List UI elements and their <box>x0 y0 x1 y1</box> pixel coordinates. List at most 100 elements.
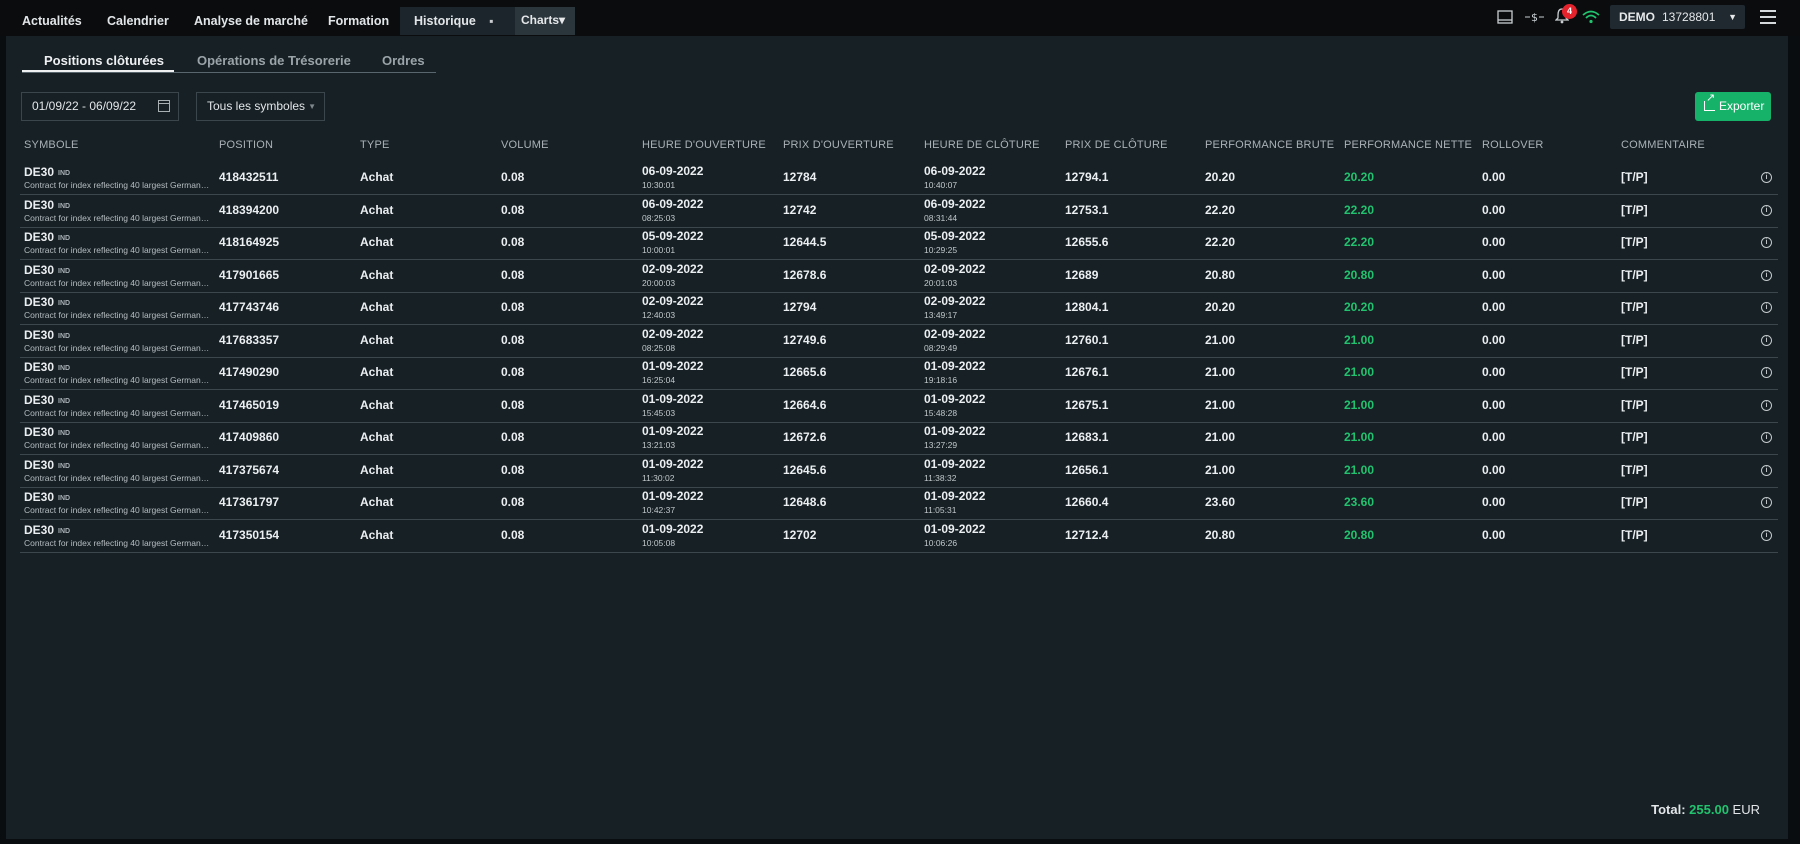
col-prix-cloture[interactable]: PRIX DE CLÔTURE <box>1065 139 1168 151</box>
time-value: 19:18:16 <box>924 375 958 385</box>
export-button[interactable]: Exporter <box>1695 92 1771 121</box>
gross-cell: 22.20 <box>1205 235 1236 249</box>
col-heure-cloture[interactable]: HEURE DE CLÔTURE <box>924 139 1040 151</box>
currency-exchange-icon[interactable]: $ <box>1524 8 1546 30</box>
info-icon[interactable]: i <box>1761 432 1772 443</box>
menu-icon[interactable] <box>1760 10 1776 28</box>
tab-formation[interactable]: Formation <box>314 7 403 35</box>
comment-cell: [T/P] <box>1621 300 1648 314</box>
subtab-ordres[interactable]: Ordres <box>382 53 425 68</box>
table-row[interactable]: DE30 IND Contract for index reflecting 40 … <box>20 423 1778 455</box>
type-cell: Achat <box>360 300 394 314</box>
col-volume[interactable]: VOLUME <box>501 139 549 151</box>
close-price-cell: 12689 <box>1065 267 1099 282</box>
position-cell: 418432511 <box>219 170 279 184</box>
account-number: 13728801 <box>1662 10 1716 24</box>
info-icon[interactable]: i <box>1761 399 1772 411</box>
table-row[interactable]: DE30 IND Contract for index reflecting 40 … <box>20 358 1778 390</box>
info-icon[interactable]: i <box>1761 529 1772 541</box>
account-selector[interactable]: DEMO 13728801 ▼ <box>1610 5 1745 29</box>
layout-icon[interactable] <box>1494 8 1516 30</box>
col-rollover[interactable]: ROLLOVER <box>1482 139 1544 151</box>
symbol-filter-select[interactable]: Tous les symboles ▼ <box>196 92 325 121</box>
subtab-positions-cloturees[interactable]: Positions clôturées <box>44 53 164 68</box>
open-price-cell: 12665.6 <box>783 365 827 379</box>
top-bar: Actualités Calendrier Analyse de marché … <box>0 0 1800 56</box>
close-price-cell: 12660.4 <box>1065 495 1109 509</box>
col-heure-ouverture[interactable]: HEURE D'OUVERTURE <box>642 139 766 151</box>
time-value: 08:25:03 <box>642 212 676 223</box>
table-row[interactable]: DE30 IND Contract for index reflecting 40 … <box>20 456 1778 488</box>
col-commentaire[interactable]: COMMENTAIRE <box>1621 139 1705 151</box>
table-row[interactable]: DE30 IND Contract for index reflecting 40 … <box>20 228 1778 260</box>
table-row[interactable]: DE30 IND Contract for index reflecting 40 … <box>20 261 1778 293</box>
svg-text:$: $ <box>1531 11 1538 24</box>
tab-historique[interactable]: Historique ▪ × <box>400 7 515 56</box>
col-symbole[interactable]: SYMBOLE <box>24 139 79 151</box>
tab-calendrier[interactable]: Calendrier <box>93 7 183 35</box>
table-row[interactable]: DE30 IND Contract for index reflecting 40 … <box>20 326 1778 358</box>
time-value: 10:40:07 <box>924 180 958 190</box>
time-value: 15:48:28 <box>924 407 958 418</box>
table-row[interactable]: DE30 IND Contract for index reflecting 40 … <box>20 391 1778 423</box>
rollover-cell: 0.00 <box>1482 267 1506 282</box>
subtab-operations-tresorerie[interactable]: Opérations de Trésorerie <box>197 53 351 68</box>
type-cell: Achat <box>360 170 394 184</box>
date-value: 02-09-2022 <box>642 326 704 341</box>
active-subtab-indicator <box>22 70 174 72</box>
sub-tabs: Positions clôturées Opérations de Trésor… <box>22 48 436 73</box>
info-icon[interactable]: i <box>1761 464 1772 476</box>
position-cell: 417901665 <box>219 267 280 282</box>
type-cell: Achat <box>360 202 394 217</box>
table-row[interactable]: DE30 IND Contract for index reflecting 40 … <box>20 196 1778 228</box>
volume-cell: 0.08 <box>501 527 525 542</box>
table-row[interactable]: DE30 IND Contract for index reflecting 40 … <box>20 293 1778 325</box>
time-value: 20:01:03 <box>924 277 958 288</box>
symbol-description: Contract for index reflecting 40 largest… <box>24 440 210 450</box>
volume-cell: 0.08 <box>501 495 525 509</box>
tab-actualites[interactable]: Actualités <box>8 7 96 35</box>
info-icon[interactable]: i <box>1761 172 1772 183</box>
info-icon[interactable]: i <box>1761 334 1772 346</box>
date-value: 01-09-2022 <box>924 391 986 406</box>
col-prix-ouverture[interactable]: PRIX D'OUVERTURE <box>783 139 894 151</box>
detach-icon[interactable]: ▪ <box>489 14 493 28</box>
tab-historique-label: Historique <box>414 14 476 28</box>
date-value: 01-09-2022 <box>924 521 986 536</box>
gross-cell: 21.00 <box>1205 397 1236 412</box>
date-range-picker[interactable]: 01/09/22 - 06/09/22 <box>21 92 179 121</box>
table-row[interactable]: DE30 IND Contract for index reflecting 40 … <box>20 488 1778 520</box>
type-cell: Achat <box>360 235 394 249</box>
tab-analyse-de-marche[interactable]: Analyse de marché <box>180 7 322 35</box>
comment-cell: [T/P] <box>1621 495 1648 509</box>
position-cell: 417465019 <box>219 397 280 412</box>
date-value: 05-09-2022 <box>642 229 704 243</box>
col-performance-nette[interactable]: PERFORMANCE NETTE <box>1344 139 1472 151</box>
position-cell: 417743746 <box>219 300 280 314</box>
info-icon[interactable]: i <box>1761 204 1772 216</box>
charts-dropdown[interactable]: Charts▾ <box>515 7 575 35</box>
info-icon[interactable]: i <box>1761 269 1772 281</box>
symbol-name: DE30 <box>24 360 55 374</box>
symbol-name: DE30 <box>24 230 55 244</box>
col-performance-brute[interactable]: PERFORMANCE BRUTE <box>1205 139 1334 151</box>
info-icon[interactable]: i <box>1761 367 1772 378</box>
table-row[interactable]: DE30 IND Contract for index reflecting 40 … <box>20 521 1778 553</box>
col-type[interactable]: TYPE <box>360 139 390 151</box>
symbol-filter-value: Tous les symboles <box>207 99 306 113</box>
rollover-cell: 0.00 <box>1482 300 1506 314</box>
table-row[interactable]: DE30 IND Contract for index reflecting 40 … <box>20 163 1778 195</box>
comment-cell: [T/P] <box>1621 235 1648 249</box>
info-icon[interactable]: i <box>1761 302 1772 313</box>
comment-cell: [T/P] <box>1621 462 1648 477</box>
date-value: 01-09-2022 <box>924 489 986 503</box>
info-icon[interactable]: i <box>1761 237 1772 248</box>
time-value: 11:05:31 <box>924 505 957 515</box>
date-value: 06-09-2022 <box>642 196 704 211</box>
date-value: 06-09-2022 <box>642 164 704 178</box>
symbol-tag: IND <box>58 527 71 535</box>
info-icon[interactable]: i <box>1761 497 1772 508</box>
col-position[interactable]: POSITION <box>219 139 273 151</box>
position-cell: 418164925 <box>219 235 280 249</box>
dropdown-arrow-icon: ▼ <box>308 102 316 111</box>
